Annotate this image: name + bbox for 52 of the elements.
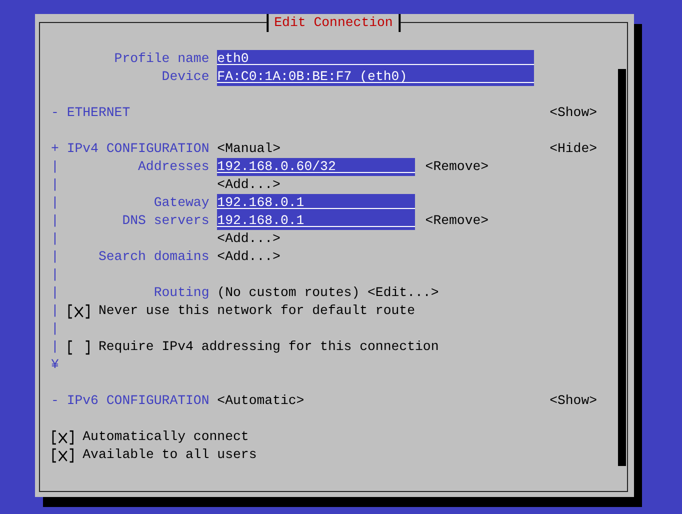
tree-line: | — [51, 158, 60, 176]
input-field[interactable]: eth0 — [217, 50, 534, 68]
tree-line: | — [51, 212, 60, 230]
tree-line: | — [51, 320, 60, 338]
section-marker: - — [51, 104, 60, 122]
toggle-button[interactable]: <Show> — [550, 392, 598, 410]
add-button[interactable]: <Add...> — [217, 230, 280, 248]
section-marker: - — [51, 392, 60, 410]
tree-line: | — [51, 194, 60, 212]
toggle-button[interactable]: <Hide> — [550, 140, 598, 158]
remove-button[interactable]: <Remove> — [425, 158, 489, 176]
checkbox-label: Never use this network for default route — [98, 302, 416, 320]
tree-line: | — [51, 302, 60, 320]
section-marker: + — [51, 140, 60, 158]
tree-line: | — [51, 266, 60, 284]
field-label: Gateway — [154, 194, 210, 212]
add-button[interactable]: <Add...> — [217, 176, 280, 194]
section-title: IPv4 CONFIGURATION — [66, 140, 210, 158]
tree-line: | — [51, 338, 60, 356]
window-title: Edit Connection — [266, 14, 401, 32]
scrollbar[interactable] — [618, 69, 626, 466]
tree-end: ¥ — [51, 356, 60, 374]
input-field[interactable]: 192.168.0.60/32 — [217, 158, 415, 176]
field-label: Device — [160, 68, 210, 86]
checkbox[interactable] — [51, 428, 75, 446]
section-title: ETHERNET — [66, 104, 130, 122]
tree-line: | — [51, 230, 60, 248]
checkbox-label: Available to all users — [82, 446, 257, 464]
checkbox[interactable] — [66, 302, 91, 320]
tree-line: | — [51, 176, 60, 194]
toggle-button[interactable]: <Show> — [550, 104, 598, 122]
input-field[interactable]: 192.168.0.1 — [217, 212, 415, 230]
mode-dropdown[interactable]: <Manual> — [217, 140, 280, 158]
tree-line: | — [51, 284, 60, 302]
field-label: Routing — [154, 284, 210, 302]
field-label: Profile name — [113, 50, 210, 68]
field-label: Search domains — [98, 248, 210, 266]
tree-line: | — [51, 248, 60, 266]
checkbox-label: Require IPv4 addressing for this connection — [98, 338, 439, 356]
input-field[interactable]: FA:C0:1A:0B:BE:F7 (eth0) — [217, 68, 534, 86]
checkbox[interactable] — [51, 446, 75, 464]
section-title: IPv6 CONFIGURATION — [66, 392, 210, 410]
checkbox[interactable] — [66, 338, 91, 356]
routes-summary: (No custom routes) — [217, 284, 360, 302]
add-button[interactable]: <Add...> — [217, 248, 280, 266]
checkbox-label: Automatically connect — [82, 428, 249, 446]
mode-dropdown[interactable]: <Automatic> — [217, 392, 304, 410]
field-label: Addresses — [138, 158, 210, 176]
edit-button[interactable]: <Edit...> — [368, 284, 439, 302]
field-label: DNS servers — [122, 212, 210, 230]
remove-button[interactable]: <Remove> — [425, 212, 489, 230]
input-field[interactable]: 192.168.0.1 — [217, 194, 415, 212]
